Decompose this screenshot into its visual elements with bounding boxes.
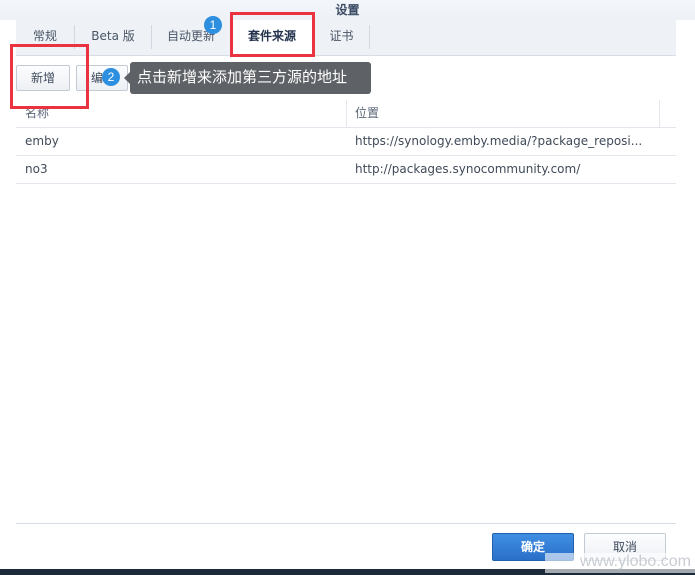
column-divider: [346, 100, 347, 127]
column-header-location[interactable]: 位置: [355, 100, 379, 127]
table-row[interactable]: emby https://synology.emby.media/?packag…: [16, 128, 676, 156]
column-header-name[interactable]: 名称: [25, 100, 49, 127]
table-row[interactable]: no3 http://packages.synocommunity.com/: [16, 156, 676, 184]
add-button[interactable]: 新增: [16, 65, 70, 91]
footer-divider: [16, 523, 676, 524]
tab-bar: 常规 Beta 版 自动更新 套件来源 证书: [16, 20, 676, 56]
window-title: 设置: [335, 3, 360, 17]
tab-divider: [369, 25, 370, 49]
row-name: emby: [25, 134, 59, 148]
watermark: www.ylobo.com: [545, 553, 695, 573]
tab-certificate[interactable]: 证书: [314, 20, 369, 55]
table-header: 名称 位置: [16, 100, 676, 128]
title-bar: 设置: [0, 0, 695, 20]
row-location: http://packages.synocommunity.com/: [355, 162, 581, 176]
tab-package-sources[interactable]: 套件来源: [230, 20, 314, 56]
column-divider: [659, 100, 660, 127]
tab-general[interactable]: 常规: [16, 20, 74, 55]
row-location: https://synology.emby.media/?package_rep…: [355, 134, 643, 148]
tab-beta[interactable]: Beta 版: [75, 20, 151, 55]
step-badge-1: 1: [204, 16, 222, 34]
step-badge-2: 2: [102, 68, 120, 86]
instruction-tooltip: 点击新增来添加第三方源的地址: [130, 62, 371, 94]
row-name: no3: [25, 162, 48, 176]
